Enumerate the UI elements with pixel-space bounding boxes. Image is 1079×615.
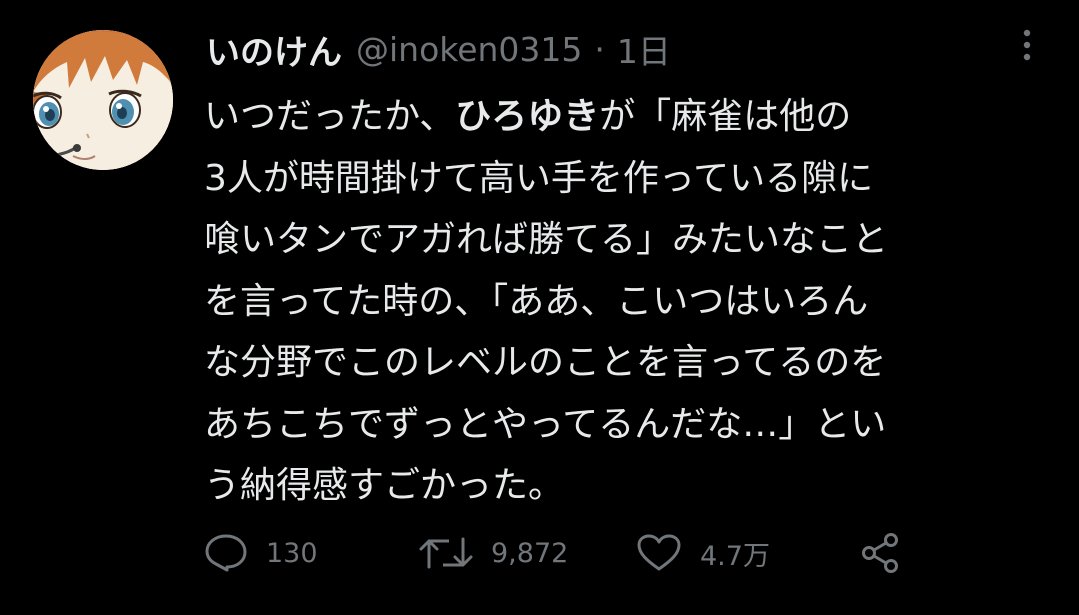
- tweet-line: う納得感すごかった。: [204, 465, 565, 506]
- heart-icon: [637, 534, 681, 571]
- tweet-line: 3人が時間掛けて高い手を作っている隙に: [204, 157, 874, 199]
- share-icon: [862, 533, 898, 573]
- reply-icon: [205, 534, 247, 572]
- share-button[interactable]: [860, 530, 902, 576]
- retweet-count: 9,872: [491, 537, 569, 569]
- tweet-line: な分野でこのレベルのことを言ってるのを: [204, 342, 887, 383]
- tweet-line: を言ってた時の、「ああ、こいつはいろん: [204, 280, 869, 322]
- timestamp[interactable]: 1日: [617, 25, 671, 73]
- bold-name: ひろゆき: [455, 96, 600, 137]
- avatar-image: [33, 30, 173, 170]
- tweet-header: いのけん @inoken0315 · 1日: [206, 25, 671, 74]
- tweet-line: あちこちでずっとやってるんだな…」とい: [204, 403, 887, 445]
- reply-button[interactable]: 130: [204, 530, 318, 576]
- more-icon: [1023, 29, 1031, 61]
- tweet-actions: 130 9,872 4.7万: [204, 530, 924, 576]
- tweet[interactable]: いのけん @inoken0315 · 1日 いつだったか、ひろゆきが「麻雀は他の…: [0, 0, 1079, 615]
- tweet-text: いつだったか、ひろゆきが「麻雀は他の 3人が時間掛けて高い手を作っている隙に 喰…: [204, 86, 1064, 517]
- like-button[interactable]: 4.7万: [636, 530, 770, 576]
- more-options-button[interactable]: [1010, 28, 1044, 62]
- avatar[interactable]: [33, 30, 173, 170]
- separator-dot: ·: [594, 29, 605, 69]
- tweet-line: 喰いタンでアガれば勝てる」みたいなこと: [204, 219, 889, 260]
- retweet-button[interactable]: 9,872: [419, 530, 568, 576]
- tweet-text-segment: いつだったか、: [204, 96, 456, 137]
- like-count: 4.7万: [700, 540, 770, 572]
- tweet-text-segment: が「麻雀は他の: [599, 96, 852, 137]
- user-handle[interactable]: @inoken0315: [356, 30, 582, 69]
- display-name[interactable]: いのけん: [206, 25, 342, 74]
- reply-count: 130: [266, 537, 318, 569]
- retweet-icon: [419, 537, 473, 569]
- tweet-line: いつだったか、ひろゆきが「麻雀は他の: [204, 86, 1064, 148]
